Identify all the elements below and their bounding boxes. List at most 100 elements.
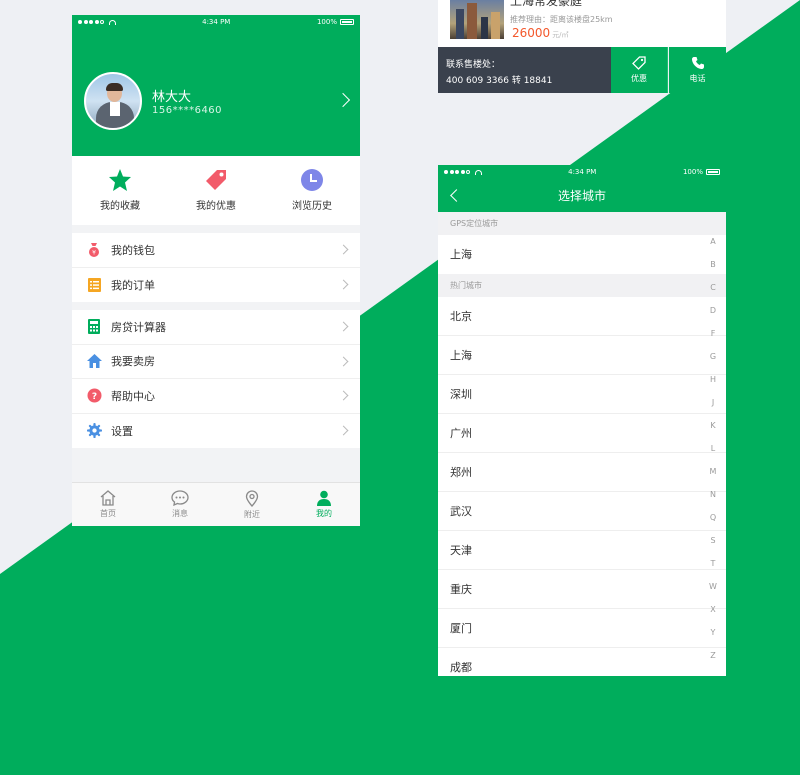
menu-item-label: 设置 xyxy=(111,424,133,438)
index-letter[interactable]: Y xyxy=(708,626,718,649)
signal-icon xyxy=(78,19,116,25)
listing-price: 26000 元/㎡ xyxy=(512,26,569,40)
list-icon xyxy=(86,277,102,293)
location-icon xyxy=(245,489,259,507)
menu-item-orders[interactable]: 我的订单 xyxy=(72,268,360,303)
index-letter[interactable]: K xyxy=(708,419,718,442)
money-bag-icon: ¥ xyxy=(86,242,102,258)
city-item[interactable]: 成都 xyxy=(438,648,726,676)
index-letter[interactable]: B xyxy=(708,258,718,281)
listing-card: 上海常发豪庭 推荐理由：距离该楼盘25km 26000 元/㎡ 联系售楼处： 40… xyxy=(438,0,726,93)
call-button[interactable]: 电话 xyxy=(669,47,726,93)
status-bar: 4:34 PM 100% xyxy=(72,15,360,29)
quick-action-label: 浏览历史 xyxy=(292,201,332,212)
menu-group-tools: 房贷计算器 我要卖房 ? 帮助中心 设置 xyxy=(72,310,360,448)
menu-item-label: 房贷计算器 xyxy=(111,320,166,334)
tab-label: 消息 xyxy=(172,509,188,518)
index-letter[interactable]: X xyxy=(708,603,718,626)
message-icon xyxy=(171,490,189,506)
wifi-icon xyxy=(474,169,482,175)
chevron-right-icon xyxy=(338,425,349,435)
index-letter[interactable]: S xyxy=(708,534,718,557)
index-letter[interactable]: D xyxy=(708,304,718,327)
price-unit: 元/㎡ xyxy=(552,31,569,39)
call-label: 电话 xyxy=(689,74,706,83)
city-item[interactable]: 天津 xyxy=(438,531,726,570)
discount-label: 优惠 xyxy=(631,74,647,83)
listing-title: 上海常发豪庭 xyxy=(510,0,583,8)
city-select-screen: 4:34 PM 100% 选择城市 GPS定位城市 上海 热门城市 北京 上海 … xyxy=(438,165,726,676)
city-item[interactable]: 厦门 xyxy=(438,609,726,648)
index-letter[interactable]: J xyxy=(708,396,718,419)
tag-icon xyxy=(206,170,226,190)
menu-item-label: 帮助中心 xyxy=(111,389,155,403)
calculator-icon xyxy=(86,319,102,335)
index-letter[interactable]: L xyxy=(708,442,718,465)
menu-item-label: 我要卖房 xyxy=(111,355,155,369)
gps-city[interactable]: 上海 xyxy=(438,235,726,274)
city-item[interactable]: 武汉 xyxy=(438,492,726,531)
hot-city-list: 北京 上海 深圳 广州 郑州 武汉 天津 重庆 厦门 成都 xyxy=(438,297,726,676)
city-item[interactable]: 郑州 xyxy=(438,453,726,492)
index-letter[interactable]: M xyxy=(708,465,718,488)
user-avatar[interactable] xyxy=(84,72,142,130)
index-letter[interactable]: Z xyxy=(708,649,718,672)
tab-label: 我的 xyxy=(316,509,332,518)
city-item[interactable]: 上海 xyxy=(438,336,726,375)
listing-summary[interactable]: 上海常发豪庭 推荐理由：距离该楼盘25km 26000 元/㎡ xyxy=(438,0,726,47)
index-letter[interactable]: T xyxy=(708,557,718,580)
discount-button[interactable]: 优惠 xyxy=(611,47,668,93)
phone-icon xyxy=(691,57,704,69)
quick-action-history[interactable]: 浏览历史 xyxy=(264,156,360,225)
sales-office-contact: 联系售楼处： 400 609 3366 转 18841 xyxy=(438,47,611,93)
chevron-right-icon xyxy=(338,279,349,289)
city-item[interactable]: 重庆 xyxy=(438,570,726,609)
person-icon xyxy=(317,490,331,506)
index-letter[interactable]: N xyxy=(708,488,718,511)
listing-image xyxy=(450,0,504,39)
quick-action-favorites[interactable]: 我的收藏 xyxy=(72,156,168,225)
index-letter[interactable]: Q xyxy=(708,511,718,534)
quick-action-discounts[interactable]: 我的优惠 xyxy=(168,156,264,225)
hot-section-header: 热门城市 xyxy=(438,274,726,297)
chevron-right-icon[interactable] xyxy=(335,92,351,108)
city-item[interactable]: 北京 xyxy=(438,297,726,336)
user-name: 林大大 xyxy=(152,90,192,105)
status-time: 4:34 PM xyxy=(202,18,231,26)
profile-screen: 4:34 PM 100% 林大大 156****6460 我的收藏 我的优惠 浏… xyxy=(72,15,360,526)
index-letter[interactable]: H xyxy=(708,373,718,396)
status-time: 4:34 PM xyxy=(568,168,597,176)
contact-label: 联系售楼处： xyxy=(446,60,501,70)
menu-item-label: 我的钱包 xyxy=(111,243,155,257)
index-letter[interactable]: W xyxy=(708,580,718,603)
tab-label: 附近 xyxy=(244,509,260,519)
menu-item-label: 我的订单 xyxy=(111,278,155,292)
tag-icon xyxy=(632,56,646,70)
index-letter[interactable]: C xyxy=(708,281,718,304)
menu-item-wallet[interactable]: ¥ 我的钱包 xyxy=(72,233,360,268)
menu-item-help-center[interactable]: ? 帮助中心 xyxy=(72,379,360,414)
profile-header[interactable]: 林大大 156****6460 xyxy=(72,29,360,156)
battery-percent: 100% xyxy=(682,168,703,176)
index-letter[interactable]: G xyxy=(708,350,718,373)
svg-text:¥: ¥ xyxy=(92,250,96,257)
tab-mine[interactable]: 我的 xyxy=(288,483,360,526)
house-icon xyxy=(86,353,102,369)
menu-item-sell-house[interactable]: 我要卖房 xyxy=(72,345,360,379)
menu-item-settings[interactable]: 设置 xyxy=(72,414,360,449)
alphabet-index[interactable]: A B C D F G H J K L M N Q S T W X Y Z xyxy=(708,235,718,672)
contact-number: 400 609 3366 转 18841 xyxy=(446,76,553,86)
city-item[interactable]: 深圳 xyxy=(438,375,726,414)
tab-home[interactable]: 首页 xyxy=(72,483,144,526)
index-letter[interactable]: F xyxy=(708,327,718,350)
tab-nearby[interactable]: 附近 xyxy=(216,483,288,526)
city-item[interactable]: 广州 xyxy=(438,414,726,453)
tab-bar: 首页 消息 附近 我的 xyxy=(72,482,360,526)
tab-label: 首页 xyxy=(100,509,116,518)
battery-icon xyxy=(339,19,354,25)
index-letter[interactable]: A xyxy=(708,235,718,258)
menu-item-mortgage-calculator[interactable]: 房贷计算器 xyxy=(72,310,360,345)
gear-icon xyxy=(86,423,102,439)
signal-icon xyxy=(444,169,482,175)
tab-messages[interactable]: 消息 xyxy=(144,483,216,526)
